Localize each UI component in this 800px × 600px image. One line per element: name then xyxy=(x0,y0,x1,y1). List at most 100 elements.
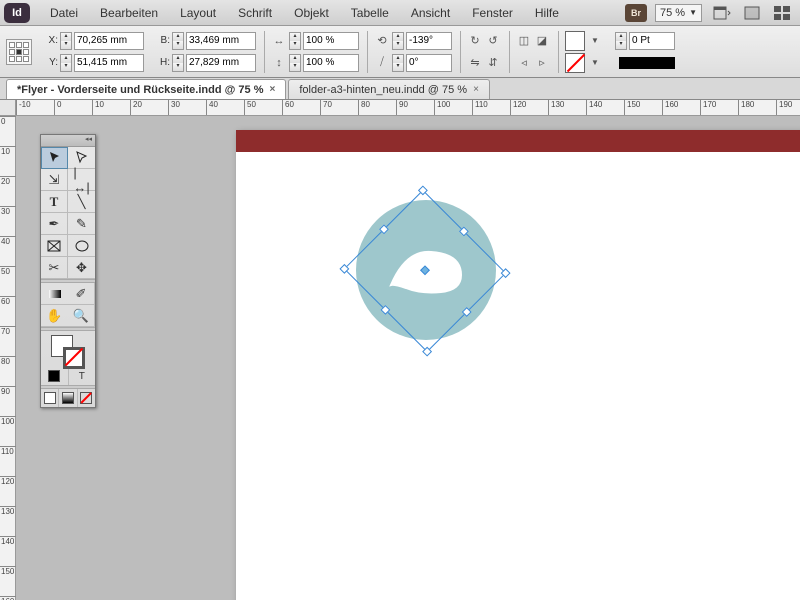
handle-tr[interactable] xyxy=(501,268,511,278)
stroke-swatch[interactable] xyxy=(565,53,585,73)
select-container-icon[interactable]: ◫ xyxy=(516,33,532,49)
app-badge-icon: Id xyxy=(4,3,30,23)
handle-lm[interactable] xyxy=(379,224,389,234)
scale-x-input[interactable] xyxy=(303,32,359,50)
scale-y-stepper[interactable]: ▴▾ xyxy=(289,54,301,72)
gap-tool[interactable]: |↔| xyxy=(68,169,95,191)
selection-bounding-box[interactable] xyxy=(344,190,507,353)
w-stepper[interactable]: ▴▾ xyxy=(172,32,184,50)
scale-x-stepper[interactable]: ▴▾ xyxy=(289,32,301,50)
rotate-input[interactable] xyxy=(406,32,452,50)
pencil-tool[interactable]: ✎ xyxy=(68,213,95,235)
menu-bar: Id Datei Bearbeiten Layout Schrift Objek… xyxy=(0,0,800,26)
rectangle-frame-tool[interactable] xyxy=(41,235,68,257)
handle-center[interactable] xyxy=(420,265,430,275)
scale-y-input[interactable] xyxy=(303,54,359,72)
zoom-value: 75 % xyxy=(660,7,685,19)
close-icon[interactable]: × xyxy=(473,84,479,95)
apply-color-icon[interactable] xyxy=(41,367,69,385)
horizontal-ruler[interactable]: -100102030405060708090100110120130140150… xyxy=(16,100,800,116)
menu-bearbeiten[interactable]: Bearbeiten xyxy=(90,2,168,24)
tools-panel: ◂◂ ⇲ |↔| T ╲ ✒ ✎ ✂ ✥ ✐ ✋ xyxy=(40,134,96,408)
stroke-style-combo[interactable] xyxy=(619,57,675,69)
tools-titlebar[interactable]: ◂◂ xyxy=(41,135,95,147)
hand-tool[interactable]: ✋ xyxy=(41,305,68,327)
select-next-icon[interactable]: ▹ xyxy=(534,55,550,71)
x-label: X: xyxy=(44,35,58,46)
line-tool[interactable]: ╲ xyxy=(68,191,95,213)
view-options-icon[interactable] xyxy=(710,3,734,23)
menu-objekt[interactable]: Objekt xyxy=(284,2,339,24)
scale-x-icon: ↔ xyxy=(271,33,287,49)
rotate-stepper[interactable]: ▴▾ xyxy=(392,32,404,50)
flip-h-icon[interactable]: ⇋ xyxy=(467,55,483,71)
w-label: B: xyxy=(156,35,170,46)
zoom-tool[interactable]: 🔍 xyxy=(68,305,95,327)
menu-tabelle[interactable]: Tabelle xyxy=(341,2,399,24)
handle-bl[interactable] xyxy=(339,264,349,274)
y-input[interactable] xyxy=(74,54,144,72)
stroke-proxy[interactable] xyxy=(63,347,85,369)
fill-swatch[interactable] xyxy=(565,31,585,51)
shear-stepper[interactable]: ▴▾ xyxy=(392,54,404,72)
gradient-mode-icon[interactable] xyxy=(59,389,77,407)
doc-tab-label: *Flyer - Vorderseite und Rückseite.indd … xyxy=(17,84,263,96)
x-stepper[interactable]: ▴▾ xyxy=(60,32,72,50)
transform-tool[interactable]: ✥ xyxy=(68,257,95,279)
scale-y-icon: ↕ xyxy=(271,55,287,71)
canvas[interactable]: ◂◂ ⇲ |↔| T ╲ ✒ ✎ ✂ ✥ ✐ ✋ xyxy=(16,116,800,600)
page-header-bar xyxy=(236,130,800,152)
rectangle-tool[interactable] xyxy=(68,235,95,257)
zoom-level-combo[interactable]: 75 % ▼ xyxy=(655,4,702,22)
handle-br[interactable] xyxy=(422,347,432,357)
control-panel: X:▴▾ Y:▴▾ B:▴▾ H:▴▾ ↔▴▾ ↕▴▾ ⟲▴▾ ⧸▴▾ ↻↺ ⇋… xyxy=(0,26,800,78)
doc-tab-folder[interactable]: folder-a3-hinten_neu.indd @ 75 % × xyxy=(288,79,490,99)
x-input[interactable] xyxy=(74,32,144,50)
h-input[interactable] xyxy=(186,54,256,72)
normal-mode-icon[interactable] xyxy=(41,389,59,407)
menu-ansicht[interactable]: Ansicht xyxy=(401,2,460,24)
menu-hilfe[interactable]: Hilfe xyxy=(525,2,569,24)
select-content-icon[interactable]: ◪ xyxy=(534,33,550,49)
h-stepper[interactable]: ▴▾ xyxy=(172,54,184,72)
h-label: H: xyxy=(156,57,170,68)
reference-point-widget[interactable] xyxy=(6,39,32,65)
fill-stroke-proxy[interactable] xyxy=(41,331,95,367)
y-label: Y: xyxy=(44,57,58,68)
screen-mode-icon[interactable] xyxy=(740,3,764,23)
stroke-weight-input[interactable] xyxy=(629,32,675,50)
page-tool[interactable]: ⇲ xyxy=(41,169,68,191)
scissors-tool[interactable]: ✂ xyxy=(41,257,68,279)
menu-layout[interactable]: Layout xyxy=(170,2,226,24)
menu-schrift[interactable]: Schrift xyxy=(228,2,282,24)
y-stepper[interactable]: ▴▾ xyxy=(60,54,72,72)
shear-icon: ⧸ xyxy=(374,55,390,71)
doc-tab-flyer[interactable]: *Flyer - Vorderseite und Rückseite.indd … xyxy=(6,79,286,99)
none-mode-icon[interactable] xyxy=(78,389,95,407)
ruler-origin[interactable] xyxy=(0,100,16,116)
vertical-ruler[interactable]: 0102030405060708090100110120130140150160 xyxy=(0,116,16,600)
close-icon[interactable]: × xyxy=(269,84,275,95)
rotate-cw-icon[interactable]: ↻ xyxy=(467,33,483,49)
chevron-down-icon[interactable]: ▼ xyxy=(587,33,603,49)
handle-tl[interactable] xyxy=(418,185,428,195)
selection-tool[interactable] xyxy=(41,147,68,169)
select-prev-icon[interactable]: ◃ xyxy=(516,55,532,71)
shear-input[interactable] xyxy=(406,54,452,72)
type-tool[interactable]: T xyxy=(41,191,68,213)
rotate-ccw-icon[interactable]: ↺ xyxy=(485,33,501,49)
flip-v-icon[interactable]: ⇵ xyxy=(485,55,501,71)
menu-datei[interactable]: Datei xyxy=(40,2,88,24)
w-input[interactable] xyxy=(186,32,256,50)
menu-fenster[interactable]: Fenster xyxy=(462,2,523,24)
apply-formatting-text-icon[interactable]: T xyxy=(69,367,96,385)
gradient-tool[interactable] xyxy=(41,283,68,305)
document-tabs: *Flyer - Vorderseite und Rückseite.indd … xyxy=(0,78,800,100)
pen-tool[interactable]: ✒ xyxy=(41,213,68,235)
arrange-icon[interactable] xyxy=(770,3,794,23)
eyedropper-tool[interactable]: ✐ xyxy=(68,283,95,305)
chevron-down-icon[interactable]: ▼ xyxy=(587,55,603,71)
stroke-weight-stepper[interactable]: ▴▾ xyxy=(615,32,627,50)
bridge-icon[interactable]: Br xyxy=(625,4,647,22)
rotate-icon: ⟲ xyxy=(374,33,390,49)
